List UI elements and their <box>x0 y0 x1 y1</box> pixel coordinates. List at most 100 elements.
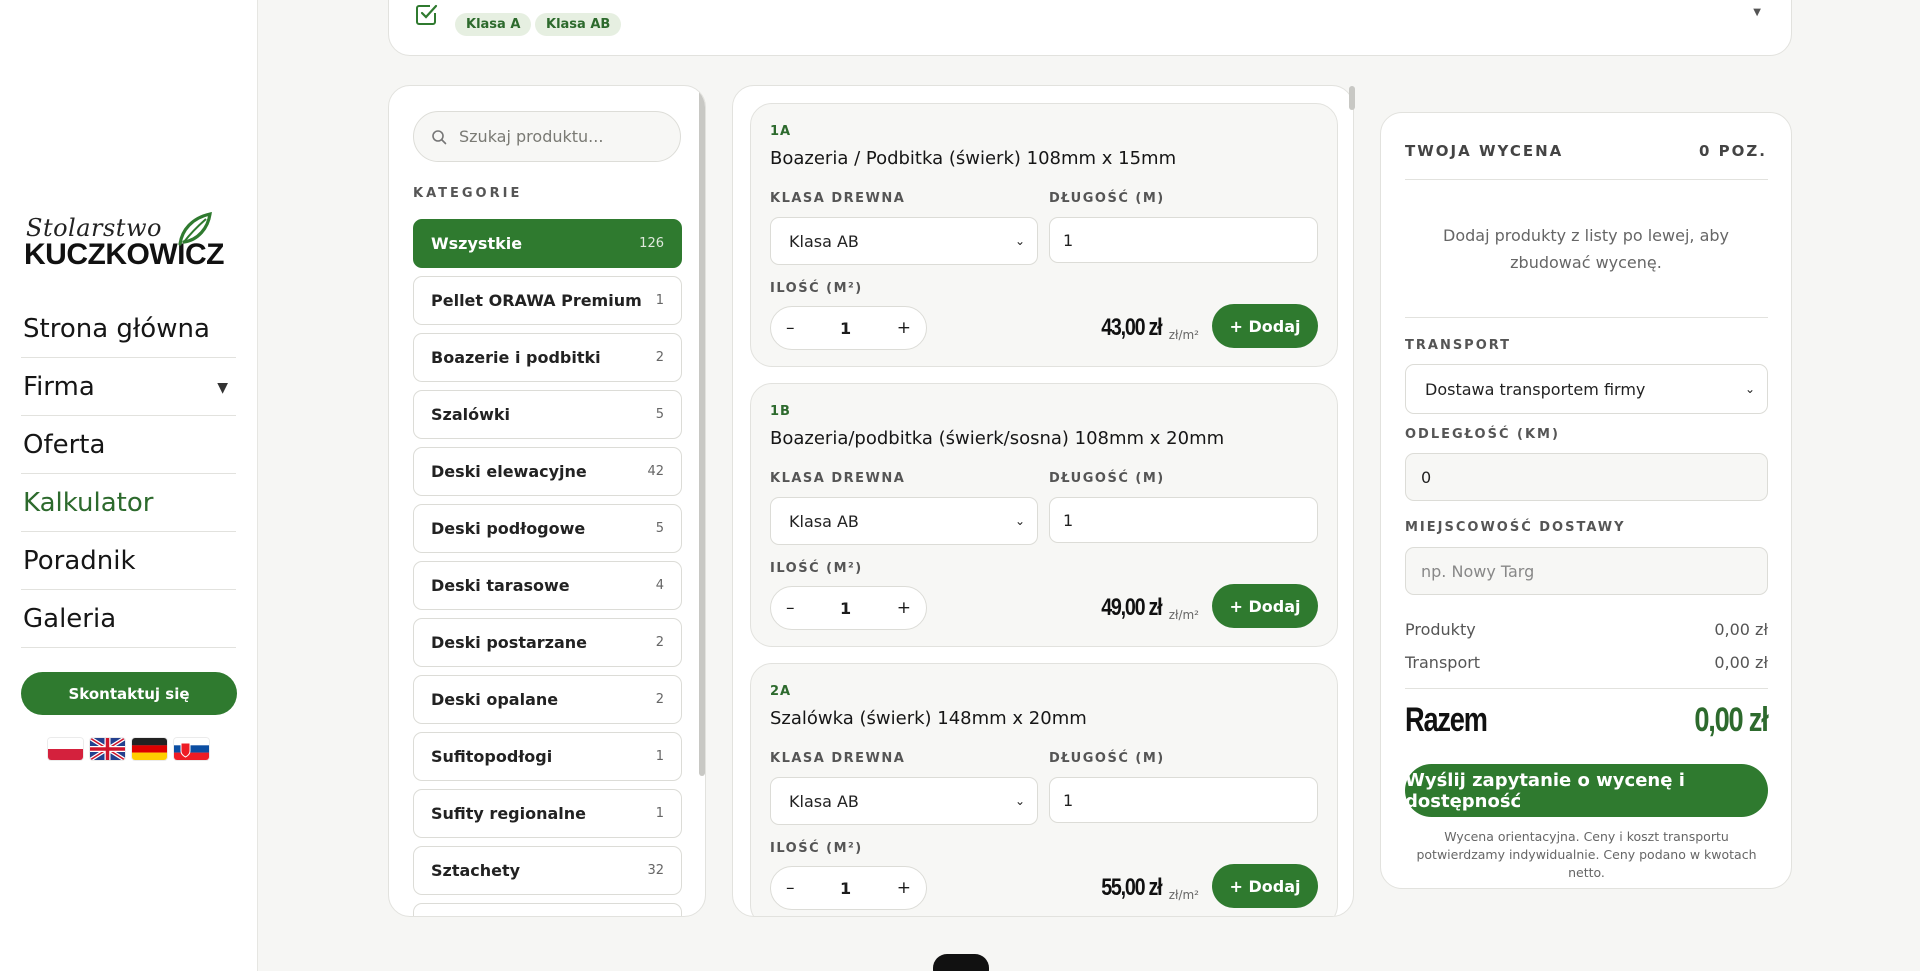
category-count: 32 <box>647 863 664 878</box>
product-search[interactable] <box>413 111 681 162</box>
category-item[interactable]: Deski podłogowe 5 <box>413 504 682 553</box>
category-item[interactable]: Deski opalane 2 <box>413 675 682 724</box>
product-code: 2A <box>770 684 792 699</box>
minus-icon[interactable]: – <box>786 598 795 618</box>
send-quote-button[interactable]: Wyślij zapytanie o wycenę i dostępność <box>1405 764 1768 817</box>
distance-input[interactable]: 0 <box>1405 453 1768 501</box>
quantity-value[interactable]: 1 <box>840 599 851 618</box>
category-item[interactable]: Sufitopodłogi 1 <box>413 732 682 781</box>
nav-kalkulator[interactable]: Kalkulator <box>21 474 236 532</box>
length-label: DŁUGOŚĆ (M) <box>1049 191 1165 206</box>
city-input[interactable] <box>1421 561 1741 581</box>
wood-class-label: KLASA DREWNA <box>770 751 906 766</box>
category-item[interactable]: Deski tarasowe 4 <box>413 561 682 610</box>
quantity-value[interactable]: 1 <box>840 319 851 338</box>
product-card: 2A Szalówka (świerk) 148mm x 20mm KLASA … <box>750 663 1338 916</box>
length-input[interactable]: 1 <box>1049 217 1318 263</box>
plus-icon[interactable]: + <box>897 878 911 898</box>
quantity-stepper: – 1 + <box>770 586 927 630</box>
category-item[interactable] <box>413 903 682 916</box>
add-button[interactable]: + Dodaj <box>1212 584 1318 628</box>
plus-icon[interactable]: + <box>897 598 911 618</box>
nav-poradnik[interactable]: Poradnik <box>21 532 236 590</box>
input-value: 1 <box>1063 230 1074 250</box>
select-value: Klasa AB <box>789 511 859 531</box>
category-count: 1 <box>655 806 664 821</box>
scroll-top-button[interactable] <box>933 954 989 971</box>
nav-galeria[interactable]: Galeria <box>21 590 236 648</box>
row-label: Produkty <box>1405 620 1476 639</box>
transport-select[interactable]: Dostawa transportem firmy ⌄ <box>1405 364 1768 414</box>
minus-icon[interactable]: – <box>786 318 795 338</box>
nav-label: Galeria <box>23 603 117 634</box>
nav-strona-glowna[interactable]: Strona główna <box>21 300 236 358</box>
row-value: 0,00 zł <box>1714 620 1768 639</box>
wood-class-select[interactable]: Klasa AB ⌄ <box>770 777 1038 825</box>
category-label: Deski tarasowe <box>431 576 570 595</box>
divider <box>1405 179 1768 180</box>
quantity-label: ILOŚĆ (M²) <box>770 841 863 856</box>
category-item[interactable]: Szalówki 5 <box>413 390 682 439</box>
category-label: Wszystkie <box>431 234 523 253</box>
total-value: 0,00 zł <box>1694 701 1769 739</box>
wood-class-label: KLASA DREWNA <box>770 191 906 206</box>
caret-down-icon[interactable]: ▼ <box>217 380 228 396</box>
gb-flag-icon[interactable] <box>90 738 125 760</box>
product-card: 1A Boazeria / Podbitka (świerk) 108mm x … <box>750 103 1338 367</box>
category-item[interactable]: Boazerie i podbitki 2 <box>413 333 682 382</box>
search-input[interactable] <box>459 127 659 146</box>
filter-chip[interactable]: Klasa A <box>455 13 532 36</box>
category-item[interactable]: Sztachety 32 <box>413 846 682 895</box>
category-count: 1 <box>655 293 664 308</box>
nav-oferta[interactable]: Oferta <box>21 416 236 474</box>
filter-chip[interactable]: Klasa AB <box>535 13 622 36</box>
category-count: 42 <box>647 464 664 479</box>
category-item[interactable]: Sufity regionalne 1 <box>413 789 682 838</box>
product-price: 49,00 zł <box>1100 594 1162 621</box>
chevron-down-icon: ⌄ <box>1014 514 1025 528</box>
transport-cost-row: Transport 0,00 zł <box>1405 653 1768 672</box>
length-input[interactable]: 1 <box>1049 777 1318 823</box>
total-row: Razem 0,00 zł <box>1405 701 1769 740</box>
length-label: DŁUGOŚĆ (M) <box>1049 471 1165 486</box>
category-label: Szalówki <box>431 405 511 424</box>
quantity-label: ILOŚĆ (M²) <box>770 281 863 296</box>
logo[interactable]: Stolarstwo KUCZKOWICZ <box>24 210 230 272</box>
category-count: 126 <box>639 236 664 251</box>
category-label: Sufitopodłogi <box>431 747 553 766</box>
nav-firma[interactable]: Firma ▼ <box>21 358 236 416</box>
category-item[interactable]: Deski elewacyjne 42 <box>413 447 682 496</box>
product-price: 43,00 zł <box>1100 314 1162 341</box>
category-count: 2 <box>655 635 664 650</box>
chevron-down-icon[interactable]: ▼ <box>1753 7 1761 18</box>
product-scrollbar[interactable] <box>1349 86 1355 110</box>
wood-class-select[interactable]: Klasa AB ⌄ <box>770 497 1038 545</box>
category-item[interactable]: Deski postarzane 2 <box>413 618 682 667</box>
contact-button[interactable]: Skontaktuj się <box>21 672 237 715</box>
product-name: Boazeria / Podbitka (świerk) 108mm x 15m… <box>770 148 1177 169</box>
nav-label: Strona główna <box>23 313 210 344</box>
length-input[interactable]: 1 <box>1049 497 1318 543</box>
row-value: 0,00 zł <box>1714 653 1768 672</box>
quantity-value[interactable]: 1 <box>840 879 851 898</box>
sk-flag-icon[interactable] <box>174 738 209 760</box>
add-button[interactable]: + Dodaj <box>1212 864 1318 908</box>
category-item[interactable]: Pellet ORAWA Premium 1 <box>413 276 682 325</box>
category-label: Deski opalane <box>431 690 559 709</box>
add-button[interactable]: + Dodaj <box>1212 304 1318 348</box>
product-panel: 1A Boazeria / Podbitka (świerk) 108mm x … <box>732 85 1354 917</box>
product-name: Boazeria/podbitka (świerk/sosna) 108mm x… <box>770 428 1225 449</box>
pl-flag-icon[interactable] <box>48 738 83 760</box>
de-flag-icon[interactable] <box>132 738 167 760</box>
checkbox-checked-icon[interactable] <box>415 1 439 27</box>
plus-icon[interactable]: + <box>897 318 911 338</box>
category-label: Deski postarzane <box>431 633 588 652</box>
category-item[interactable]: Wszystkie 126 <box>413 219 682 268</box>
input-value: 1 <box>1063 790 1074 810</box>
category-scrollbar[interactable] <box>699 86 705 776</box>
wood-class-select[interactable]: Klasa AB ⌄ <box>770 217 1038 265</box>
minus-icon[interactable]: – <box>786 878 795 898</box>
category-count: 4 <box>655 578 664 593</box>
city-field[interactable] <box>1405 547 1768 595</box>
class-filter-card[interactable]: Klasa A Klasa AB ▼ <box>388 0 1792 56</box>
